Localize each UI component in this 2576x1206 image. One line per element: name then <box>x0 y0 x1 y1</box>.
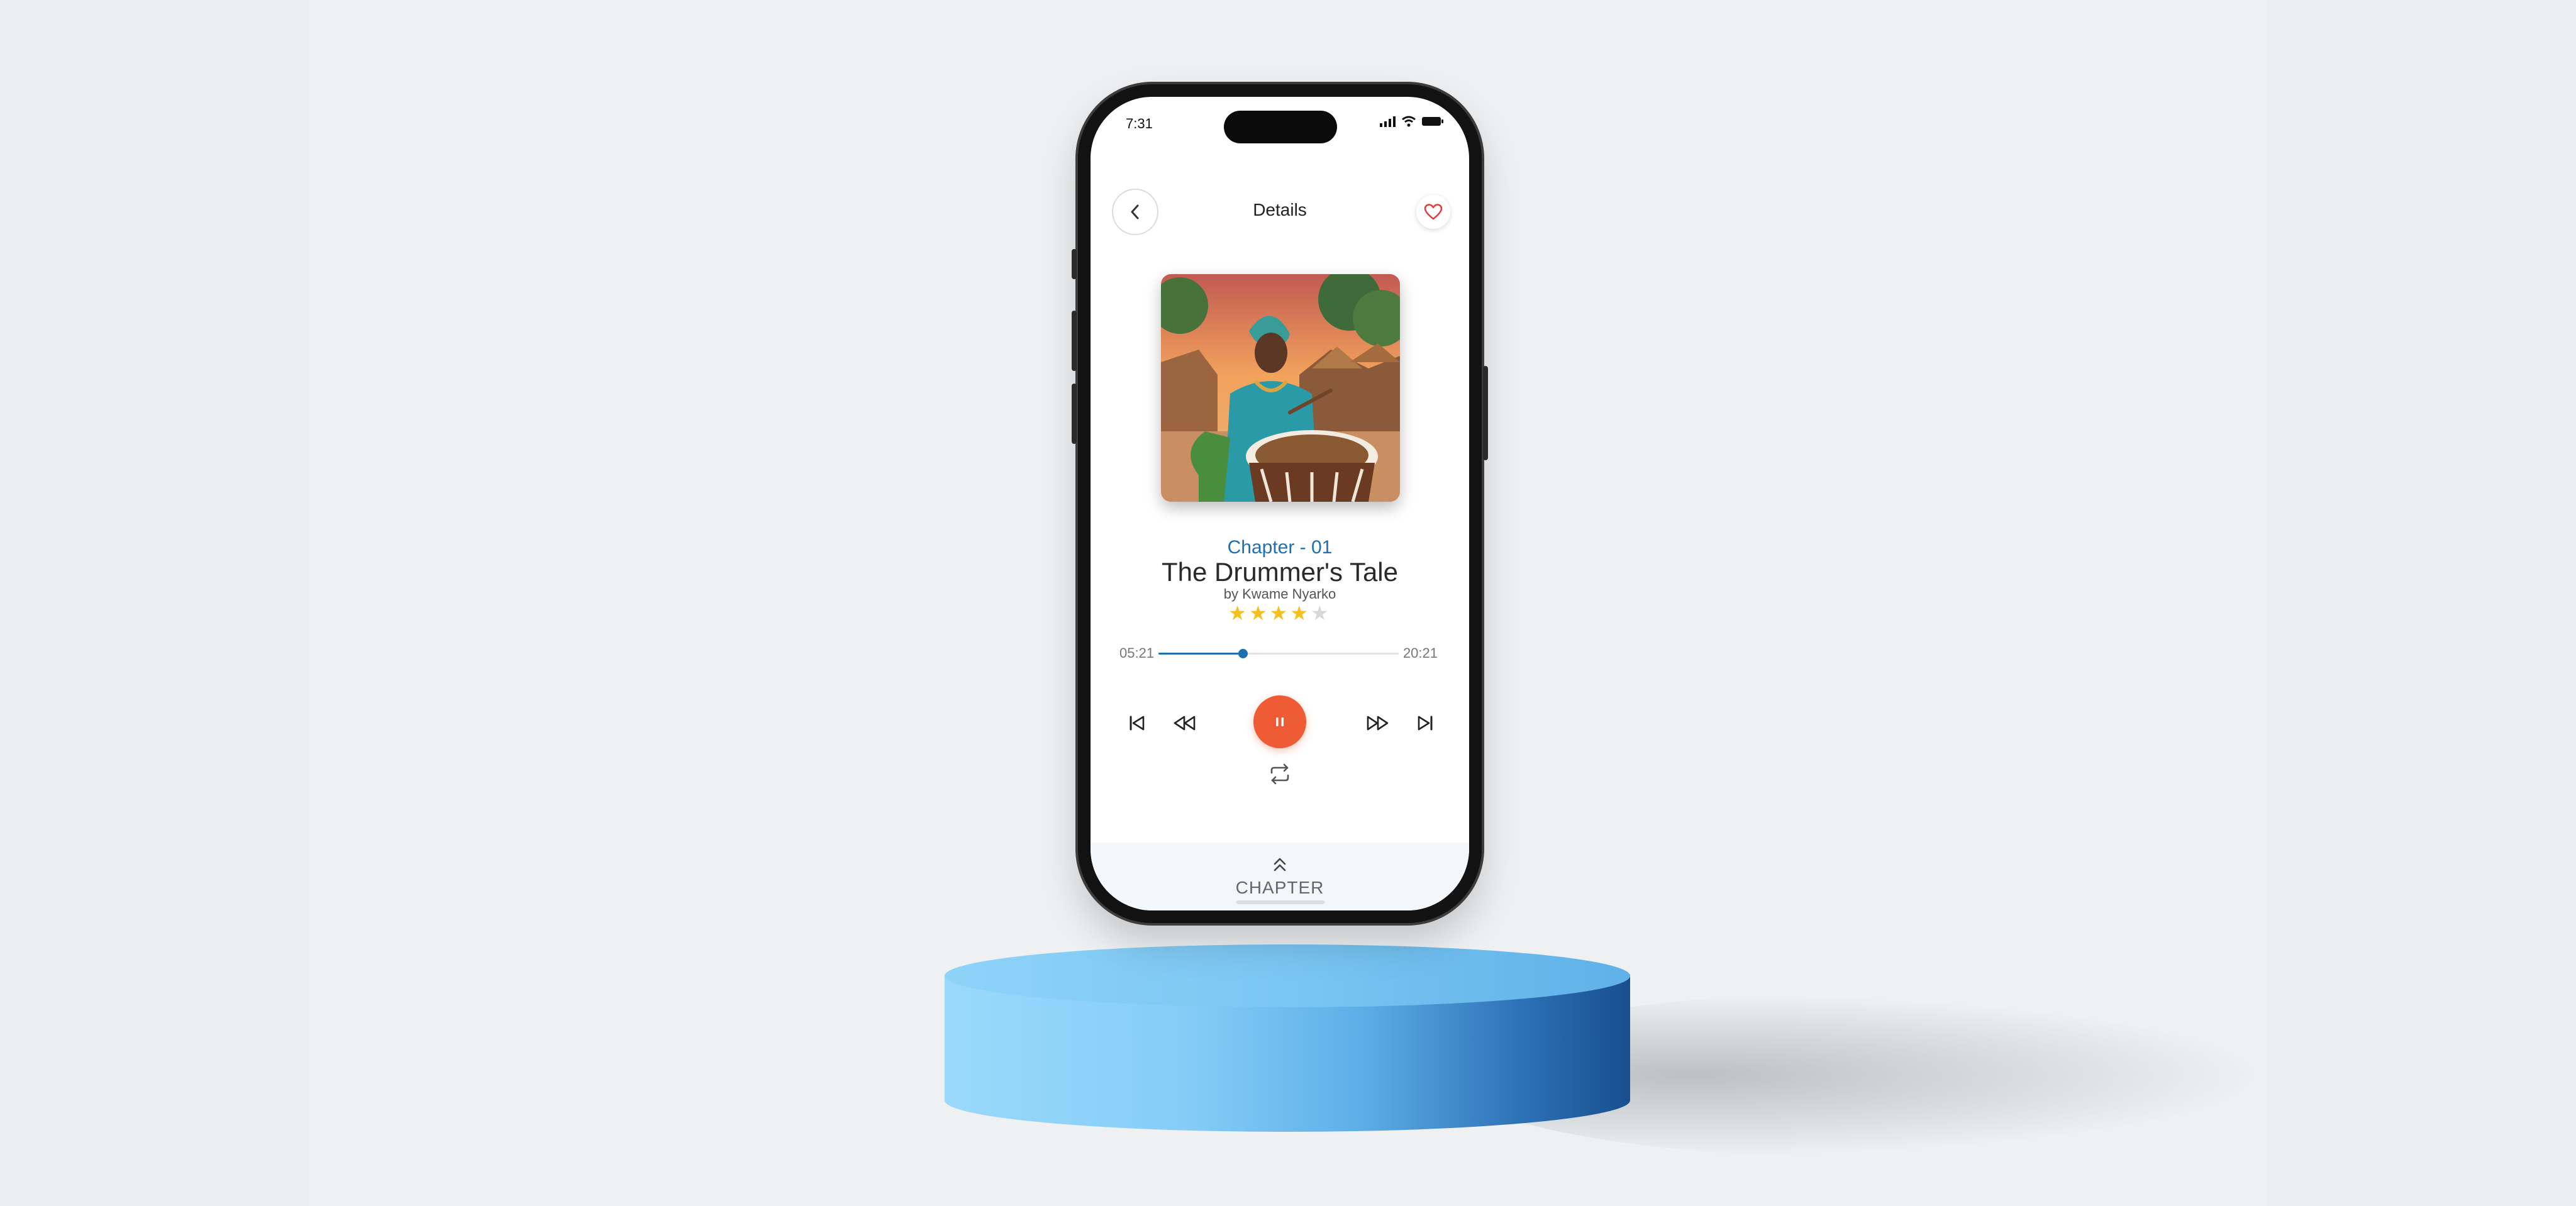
phone-mockup: 7:31 Details Chapter - 01 The Drummer's … <box>1072 84 1488 923</box>
app-screen: 7:31 Details Chapter - 01 The Drummer's … <box>1091 97 1469 910</box>
skip-next-button[interactable] <box>1409 707 1441 739</box>
podium-top <box>945 944 1630 1007</box>
pause-icon <box>1276 717 1284 726</box>
progress-slider[interactable] <box>1158 649 1399 658</box>
phone-volume-up-button <box>1072 311 1077 371</box>
current-time: 05:21 <box>1119 645 1155 661</box>
total-time: 20:21 <box>1402 645 1438 661</box>
book-cover-image <box>1161 274 1400 502</box>
heart-icon <box>1424 204 1443 220</box>
fast-forward-button[interactable] <box>1361 707 1394 739</box>
signal-icon <box>1380 116 1396 127</box>
background-right-panel <box>2268 0 2576 1206</box>
chapter-label: Chapter - 01 <box>1227 537 1333 558</box>
repeat-icon <box>1270 763 1289 785</box>
battery-icon <box>1422 117 1443 126</box>
page-title: Details <box>1253 200 1307 219</box>
wifi-icon <box>1402 116 1416 127</box>
rating-stars: ★★★★★ <box>1091 601 1469 625</box>
rewind-icon <box>1174 716 1196 731</box>
fast-forward-icon <box>1367 716 1389 731</box>
background-left-panel <box>0 0 308 1206</box>
chevron-up-double-icon <box>1274 858 1286 871</box>
phone-volume-down-button <box>1072 384 1077 444</box>
rating-star-icon: ★ <box>1248 602 1270 624</box>
rating-star-icon: ★ <box>1269 602 1291 624</box>
repeat-button[interactable] <box>1264 758 1296 790</box>
chapter-sheet-label: CHAPTER <box>1235 878 1324 897</box>
dynamic-island <box>1224 111 1337 143</box>
book-author: by Kwame Nyarko <box>1223 586 1336 602</box>
rating-star-icon: ★ <box>1311 602 1331 624</box>
pause-button[interactable] <box>1253 695 1306 748</box>
phone-power-button <box>1483 366 1488 460</box>
skip-previous-button[interactable] <box>1121 707 1153 739</box>
rewind-button[interactable] <box>1169 707 1201 739</box>
skip-next-icon <box>1418 716 1433 731</box>
status-icons <box>1380 116 1444 127</box>
progress-handle[interactable] <box>1238 649 1248 658</box>
phone-action-button <box>1072 249 1077 279</box>
favorite-button[interactable] <box>1416 195 1450 229</box>
skip-previous-icon <box>1130 716 1145 731</box>
book-title: The Drummer's Tale <box>1161 557 1398 587</box>
home-indicator <box>1236 900 1324 904</box>
status-time: 7:31 <box>1126 116 1153 131</box>
progress-fill <box>1158 653 1243 655</box>
rating-star-icon: ★ <box>1290 602 1311 624</box>
rating-star-icon: ★ <box>1228 602 1249 624</box>
